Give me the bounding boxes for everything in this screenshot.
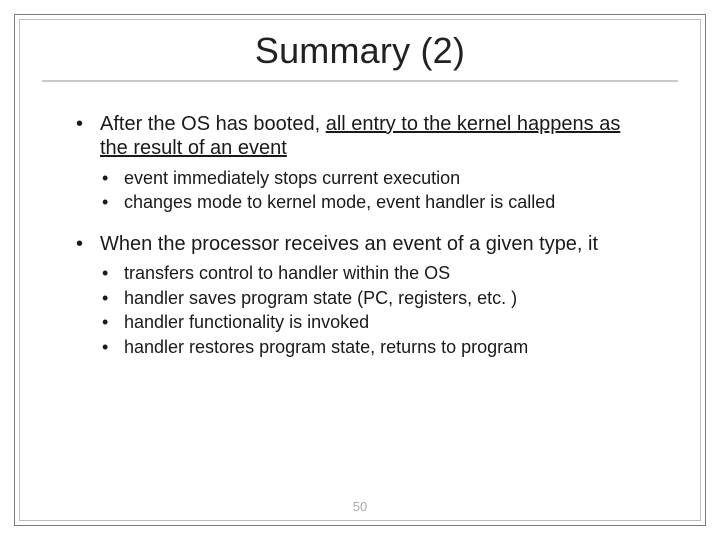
frame-outer: Summary (2) After the OS has booted, all… [14, 14, 706, 526]
frame-inner: Summary (2) After the OS has booted, all… [19, 19, 701, 521]
list-item: handler saves program state (PC, registe… [100, 287, 648, 310]
list-item: transfers control to handler within the … [100, 262, 648, 285]
bullet-text: When the processor receives an event of … [100, 233, 598, 255]
slide-number: 50 [20, 499, 700, 514]
content-area: After the OS has booted, all entry to th… [20, 112, 700, 358]
slide: Summary (2) After the OS has booted, all… [0, 0, 720, 540]
list-item: handler restores program state, returns … [100, 336, 648, 359]
list-item: After the OS has booted, all entry to th… [72, 112, 648, 214]
list-item: event immediately stops current executio… [100, 167, 648, 190]
list-item: changes mode to kernel mode, event handl… [100, 191, 648, 214]
slide-title: Summary (2) [20, 30, 700, 72]
bullet-text: After the OS has booted, [100, 113, 320, 135]
title-rule [42, 80, 678, 82]
list-item: When the processor receives an event of … [72, 232, 648, 358]
sub-list: transfers control to handler within the … [100, 262, 648, 358]
bullet-list: After the OS has booted, all entry to th… [72, 112, 648, 358]
list-item: handler functionality is invoked [100, 311, 648, 334]
sub-list: event immediately stops current executio… [100, 167, 648, 214]
